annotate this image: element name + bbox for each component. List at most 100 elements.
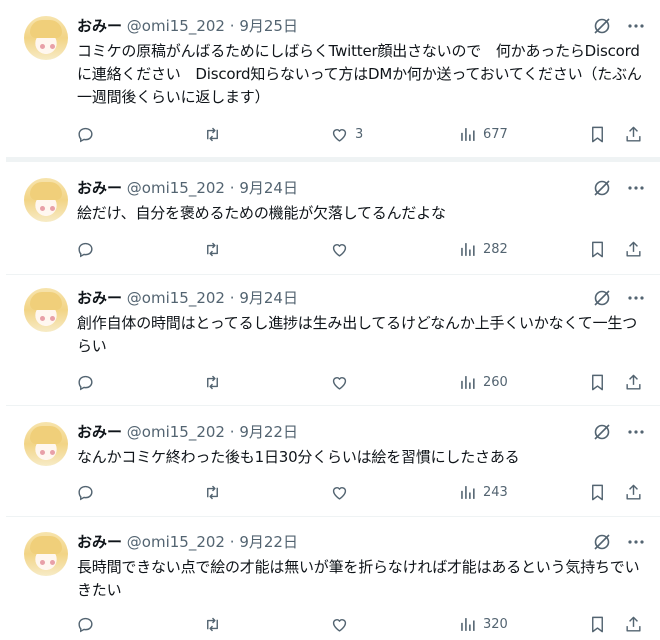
tweet-actions: 320: [76, 614, 646, 634]
bookmark-icon: [592, 241, 603, 257]
like-button[interactable]: [330, 372, 355, 392]
divider: [6, 274, 660, 275]
avatar[interactable]: [24, 422, 68, 466]
user-handle[interactable]: @omi15_202: [127, 17, 225, 35]
tweet-date[interactable]: 9月22日: [239, 423, 298, 441]
tweet-text: なんかコミケ終わった後も1日30分くらいは絵を習慣にしたさある: [77, 448, 520, 466]
tweet-date[interactable]: 9月24日: [239, 179, 298, 197]
tweet-date[interactable]: 9月25日: [239, 17, 298, 35]
tweet-actions: 243: [76, 482, 646, 502]
views-icon: [461, 617, 475, 631]
avatar[interactable]: [24, 532, 68, 576]
views-button[interactable]: 677: [458, 124, 508, 144]
views-icon: [461, 127, 475, 141]
tweet-date[interactable]: 9月22日: [239, 533, 298, 551]
retweet-button[interactable]: [203, 124, 222, 144]
user-handle[interactable]: @omi15_202: [127, 179, 225, 197]
views-button[interactable]: 320: [458, 614, 508, 634]
share-button[interactable]: [624, 239, 643, 259]
share-button[interactable]: [624, 372, 643, 392]
bookmark-button[interactable]: [588, 239, 607, 259]
views-button[interactable]: 243: [458, 482, 508, 502]
tweet[interactable]: おみー @omi15_202 · 9月24日 絵だけ、自分を褒めるための機能が欠…: [6, 178, 660, 268]
bookmark-icon: [592, 374, 603, 390]
view-count: 260: [483, 374, 508, 390]
like-button[interactable]: [330, 482, 355, 502]
bookmark-button[interactable]: [588, 614, 607, 634]
reply-button[interactable]: [76, 482, 95, 502]
heart-icon: [332, 486, 347, 500]
grok-icon[interactable]: [592, 532, 612, 552]
avatar[interactable]: [24, 288, 68, 332]
heart-icon: [332, 618, 347, 632]
reply-button[interactable]: [76, 614, 95, 634]
retweet-button[interactable]: [203, 614, 222, 634]
retweet-icon: [207, 127, 218, 141]
view-count: 677: [483, 126, 508, 142]
tweet-date[interactable]: 9月24日: [239, 289, 298, 307]
more-icon[interactable]: [626, 16, 646, 36]
avatar[interactable]: [24, 16, 68, 60]
display-name[interactable]: おみー: [77, 533, 122, 551]
separator-dot: ·: [229, 17, 235, 35]
share-button[interactable]: [624, 482, 643, 502]
tweet[interactable]: おみー @omi15_202 · 9月25日 コミケの原稿がんばるためにしばらく…: [6, 16, 660, 156]
views-icon: [461, 485, 475, 499]
display-name[interactable]: おみー: [77, 289, 122, 307]
retweet-icon: [207, 242, 218, 256]
retweet-button[interactable]: [203, 482, 222, 502]
grok-icon[interactable]: [592, 178, 612, 198]
display-name[interactable]: おみー: [77, 179, 122, 197]
heart-icon: [332, 376, 347, 390]
more-icon[interactable]: [626, 422, 646, 442]
share-icon: [626, 126, 641, 142]
tweet[interactable]: おみー @omi15_202 · 9月22日 長時間できない点で絵の才能は無いが…: [6, 532, 660, 640]
display-name[interactable]: おみー: [77, 423, 122, 441]
more-icon[interactable]: [626, 178, 646, 198]
retweet-button[interactable]: [203, 372, 222, 392]
share-icon: [626, 484, 641, 500]
grok-icon[interactable]: [592, 422, 612, 442]
share-icon: [626, 616, 641, 632]
reply-button[interactable]: [76, 239, 95, 259]
tweet-header: おみー @omi15_202 · 9月22日: [77, 532, 640, 552]
reply-button[interactable]: [76, 124, 95, 144]
like-count: 3: [355, 126, 364, 142]
share-button[interactable]: [624, 124, 643, 144]
display-name[interactable]: おみー: [77, 17, 122, 35]
user-handle[interactable]: @omi15_202: [127, 533, 225, 551]
share-icon: [626, 241, 641, 257]
like-button[interactable]: 3: [330, 124, 363, 144]
reply-icon: [78, 485, 93, 500]
reply-button[interactable]: [76, 372, 95, 392]
tweet-text: コミケの原稿がんばるためにしばらくTwitter顔出さないので 何かあったらDi…: [77, 42, 642, 106]
more-icon[interactable]: [626, 532, 646, 552]
tweet[interactable]: おみー @omi15_202 · 9月24日 創作自体の時間はとってるし進捗は生…: [6, 288, 660, 398]
share-icon: [626, 374, 641, 390]
tweet-actions: 260: [76, 372, 646, 392]
retweet-icon: [207, 617, 218, 631]
tweet[interactable]: おみー @omi15_202 · 9月22日 なんかコミケ終わった後も1日30分…: [6, 422, 660, 512]
grok-icon[interactable]: [592, 288, 612, 308]
view-count: 320: [483, 616, 508, 632]
user-handle[interactable]: @omi15_202: [127, 289, 225, 307]
grok-icon[interactable]: [592, 16, 612, 36]
views-icon: [461, 242, 475, 256]
like-button[interactable]: [330, 614, 355, 634]
avatar[interactable]: [24, 178, 68, 222]
tweet-actions: 3 677: [76, 124, 646, 144]
share-button[interactable]: [624, 614, 643, 634]
heart-icon: [332, 128, 347, 142]
retweet-button[interactable]: [203, 239, 222, 259]
like-button[interactable]: [330, 239, 355, 259]
tweet-header: おみー @omi15_202 · 9月24日: [77, 178, 640, 198]
more-icon[interactable]: [626, 288, 646, 308]
bookmark-button[interactable]: [588, 482, 607, 502]
views-button[interactable]: 282: [458, 239, 508, 259]
views-button[interactable]: 260: [458, 372, 508, 392]
reply-icon: [78, 127, 93, 142]
bookmark-button[interactable]: [588, 372, 607, 392]
bookmark-icon: [592, 616, 603, 632]
user-handle[interactable]: @omi15_202: [127, 423, 225, 441]
bookmark-button[interactable]: [588, 124, 607, 144]
